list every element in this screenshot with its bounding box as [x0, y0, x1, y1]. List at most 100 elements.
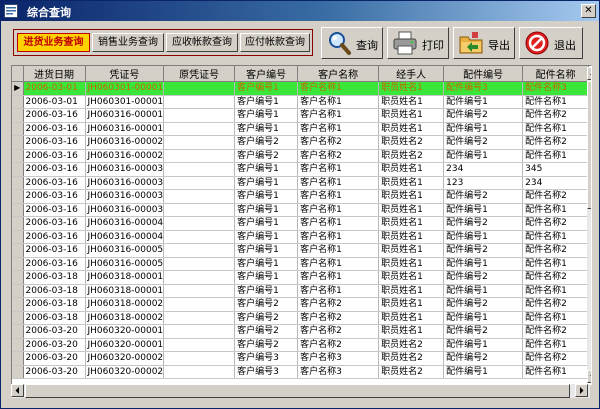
table-cell[interactable]: 客户编号2 — [234, 338, 299, 352]
table-cell[interactable]: 配件编号3 — [443, 81, 524, 96]
table-cell[interactable] — [163, 311, 236, 325]
table-cell[interactable]: JH060316-00003 — [85, 189, 165, 204]
table-cell[interactable] — [163, 189, 236, 204]
table-cell[interactable]: 客户名称1 — [297, 95, 380, 109]
scroll-down-button[interactable] — [587, 370, 591, 383]
table-cell[interactable]: 职员姓名2 — [378, 135, 445, 150]
table-cell[interactable]: 客户名称3 — [297, 351, 380, 366]
table-cell[interactable]: 客户编号2 — [234, 311, 299, 325]
row-indicator[interactable] — [12, 122, 24, 136]
export-button[interactable]: 导出 — [453, 27, 515, 59]
table-cell[interactable]: 345 — [522, 162, 590, 177]
table-cell[interactable]: 2006-03-16 — [23, 135, 86, 150]
table-cell[interactable]: 配件名称2 — [522, 324, 590, 339]
table-cell[interactable] — [163, 95, 236, 109]
table-row[interactable]: 2006-03-16 JH060316-00005 客户编号1 客户名称1 职员姓名1 配… — [12, 243, 590, 258]
table-row[interactable]: 2006-03-18 JH060318-00001 客户编号1 客户名称1 职员姓名1 配… — [12, 284, 590, 298]
row-indicator[interactable] — [12, 324, 24, 339]
table-cell[interactable]: 123 — [443, 176, 524, 190]
table-cell[interactable]: 职员姓名2 — [378, 149, 445, 163]
table-cell[interactable]: 234 — [443, 162, 524, 177]
table-cell[interactable]: 2006-03-16 — [23, 189, 86, 204]
table-cell[interactable]: 2006-03-18 — [23, 284, 86, 298]
table-cell[interactable]: 职员姓名1 — [378, 297, 445, 312]
table-cell[interactable]: 配件编号2 — [443, 216, 524, 231]
table-row[interactable]: 2006-03-18 JH060318-00002 客户编号2 客户名称2 职员姓名1 配… — [12, 297, 590, 312]
tab-purchase-query[interactable]: 进货业务查询 — [17, 33, 90, 52]
table-cell[interactable] — [163, 338, 236, 352]
table-cell[interactable]: 配件编号1 — [443, 365, 524, 379]
row-indicator[interactable] — [12, 257, 24, 271]
table-cell[interactable]: 234 — [522, 176, 590, 190]
table-row[interactable]: 2006-03-20 JH060320-00002 客户编号3 客户名称3 职员姓名2 配… — [12, 351, 590, 366]
table-cell[interactable] — [163, 108, 236, 123]
row-indicator[interactable] — [12, 230, 24, 244]
table-cell[interactable] — [163, 365, 236, 379]
table-cell[interactable] — [163, 176, 236, 190]
table-cell[interactable]: 客户编号1 — [234, 230, 299, 244]
table-cell[interactable]: 2006-03-16 — [23, 243, 86, 258]
query-button[interactable]: 查询 — [321, 27, 383, 59]
table-cell[interactable]: 职员姓名1 — [378, 81, 445, 96]
table-cell[interactable]: 职员姓名1 — [378, 324, 445, 339]
table-cell[interactable] — [163, 351, 236, 366]
results-grid[interactable]: 进货日期 凭证号 原凭证号 客户编号 客户名称 经手人 配件编号 配件名称 ▶ 2… — [11, 65, 592, 385]
table-row[interactable]: 2006-03-16 JH060316-00005 客户编号1 客户名称1 职员姓名1 配… — [12, 257, 590, 271]
table-cell[interactable] — [163, 216, 236, 231]
table-cell[interactable] — [163, 270, 236, 285]
table-row[interactable]: ▶ 2006-03-01 JH060301-00001 客户编号1 客户名称1 职员姓名1… — [12, 81, 590, 96]
table-cell[interactable]: 配件名称1 — [522, 338, 590, 352]
table-cell[interactable]: JH060320-00001 — [85, 338, 165, 352]
table-cell[interactable]: JH060320-00002 — [85, 351, 165, 366]
table-cell[interactable]: 客户名称1 — [297, 257, 380, 271]
table-cell[interactable]: 配件编号2 — [443, 189, 524, 204]
table-row[interactable]: 2006-03-01 JH060301-00001 客户编号1 客户名称1 职员姓名1 配… — [12, 95, 590, 109]
table-row[interactable]: 2006-03-16 JH060316-00004 客户编号1 客户名称1 职员姓名1 配… — [12, 230, 590, 244]
table-cell[interactable]: 配件编号2 — [443, 351, 524, 366]
row-indicator[interactable] — [12, 243, 24, 258]
vertical-scroll-thumb[interactable] — [587, 81, 591, 209]
table-cell[interactable]: 配件名称2 — [522, 297, 590, 312]
table-cell[interactable]: 配件名称1 — [522, 311, 590, 325]
table-cell[interactable] — [163, 135, 236, 150]
table-cell[interactable]: 客户名称3 — [297, 365, 380, 379]
table-row[interactable]: 2006-03-16 JH060316-00003 客户编号1 客户名称1 职员姓名1 配… — [12, 203, 590, 217]
table-cell[interactable] — [163, 162, 236, 177]
row-indicator[interactable] — [12, 149, 24, 163]
column-header[interactable]: 客户编号 — [234, 66, 299, 82]
table-cell[interactable]: 客户编号1 — [234, 122, 299, 136]
table-cell[interactable]: 客户名称2 — [297, 324, 380, 339]
table-cell[interactable] — [163, 230, 236, 244]
table-row[interactable]: 2006-03-20 JH060320-00002 客户编号3 客户名称3 职员姓名2 配… — [12, 365, 590, 379]
table-cell[interactable] — [163, 203, 236, 217]
table-cell[interactable]: 客户名称2 — [297, 135, 380, 150]
table-cell[interactable]: 客户编号1 — [234, 203, 299, 217]
table-cell[interactable]: 配件名称2 — [522, 351, 590, 366]
table-cell[interactable]: 2006-03-16 — [23, 149, 86, 163]
table-cell[interactable]: JH060318-00001 — [85, 284, 165, 298]
table-cell[interactable]: 职员姓名1 — [378, 189, 445, 204]
table-cell[interactable]: 配件编号1 — [443, 203, 524, 217]
print-button[interactable]: 打印 — [387, 27, 449, 59]
table-cell[interactable]: 配件编号1 — [443, 95, 524, 109]
table-cell[interactable]: 职员姓名2 — [378, 351, 445, 366]
table-cell[interactable]: 客户编号1 — [234, 189, 299, 204]
table-cell[interactable]: 客户名称2 — [297, 297, 380, 312]
table-cell[interactable]: JH060316-00005 — [85, 257, 165, 271]
row-indicator[interactable] — [12, 203, 24, 217]
table-row[interactable]: 2006-03-16 JH060316-00003 客户编号1 客户名称1 职员姓名1 2… — [12, 162, 590, 177]
table-cell[interactable]: 客户名称1 — [297, 176, 380, 190]
table-cell[interactable]: 配件名称2 — [522, 270, 590, 285]
table-cell[interactable]: 客户名称2 — [297, 311, 380, 325]
table-cell[interactable]: 职员姓名1 — [378, 243, 445, 258]
table-cell[interactable]: 职员姓名1 — [378, 203, 445, 217]
table-cell[interactable]: 配件编号1 — [443, 230, 524, 244]
table-cell[interactable]: 客户编号1 — [234, 95, 299, 109]
table-cell[interactable]: 客户名称2 — [297, 149, 380, 163]
row-indicator[interactable] — [12, 95, 24, 109]
table-cell[interactable]: 客户编号2 — [234, 297, 299, 312]
table-cell[interactable]: JH060318-00002 — [85, 311, 165, 325]
table-cell[interactable]: 客户名称1 — [297, 189, 380, 204]
column-header[interactable]: 凭证号 — [85, 66, 165, 82]
table-cell[interactable]: 客户编号1 — [234, 108, 299, 123]
